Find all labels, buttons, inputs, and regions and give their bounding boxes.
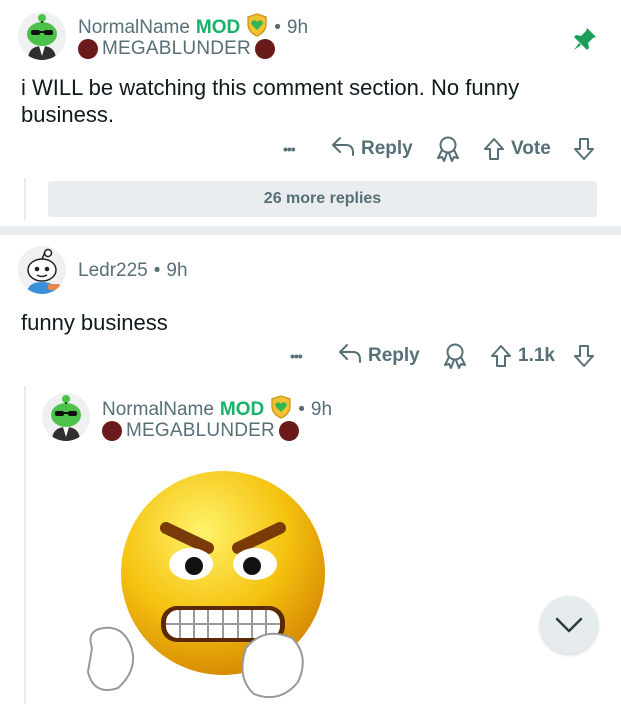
meta-separator: •: [153, 260, 161, 281]
comment-body: funny business: [21, 310, 168, 335]
flair-emoji-icon: [102, 421, 122, 441]
award-icon[interactable]: [443, 343, 467, 374]
chevron-down-icon: [555, 617, 583, 633]
avatar-normalname[interactable]: [42, 393, 90, 441]
meta-separator: •: [298, 398, 305, 420]
vote-label: Vote: [511, 138, 551, 159]
comment-body: i WILL be watching this comment section.…: [21, 75, 520, 127]
reply-arrow-icon: [338, 342, 362, 370]
comment-time: 9h: [286, 16, 309, 38]
scroll-down-button[interactable]: [540, 596, 598, 654]
reply-button[interactable]: Reply: [338, 342, 420, 370]
downvote-icon: [574, 138, 594, 160]
thread-line[interactable]: [24, 178, 26, 220]
upvote-button[interactable]: Vote: [483, 135, 551, 163]
mod-badge: MOD: [195, 16, 241, 38]
thread-line[interactable]: [24, 386, 26, 704]
upvote-button[interactable]: 1.1k: [490, 342, 555, 370]
comment-time: 9h: [310, 398, 333, 420]
flair-emoji-icon: [78, 39, 98, 59]
comment-image-angry-emoji[interactable]: [48, 458, 408, 704]
flair-emoji-icon: [278, 421, 299, 441]
mod-badge: MOD: [219, 398, 265, 420]
downvote-button[interactable]: [573, 344, 595, 373]
flair-emoji-icon: [254, 39, 275, 59]
more-replies-button[interactable]: 26 more replies: [48, 181, 597, 217]
upvote-icon: [491, 345, 511, 367]
user-flair: MEGABLUNDER: [102, 38, 251, 59]
more-options-button[interactable]: •••: [283, 135, 296, 163]
downvote-icon: [574, 345, 594, 367]
reply-button[interactable]: Reply: [331, 135, 413, 163]
comment-author[interactable]: Ledr225: [78, 260, 148, 282]
upvote-icon: [484, 138, 504, 160]
more-options-button[interactable]: •••: [290, 342, 303, 370]
comment-divider: [0, 226, 621, 235]
pin-icon: [572, 26, 598, 57]
vote-count: 1.1k: [518, 345, 555, 366]
comment-time: 9h: [166, 260, 188, 281]
reply-arrow-icon: [331, 135, 355, 163]
avatar-normalname[interactable]: [18, 12, 66, 60]
downvote-button[interactable]: [573, 137, 595, 166]
avatar-ledr225[interactable]: [18, 246, 66, 294]
award-icon[interactable]: [436, 136, 460, 167]
comment-author[interactable]: NormalName: [78, 17, 190, 39]
user-flair: MEGABLUNDER: [126, 420, 275, 441]
comment-author[interactable]: NormalName: [102, 399, 214, 421]
meta-separator: •: [274, 16, 281, 38]
